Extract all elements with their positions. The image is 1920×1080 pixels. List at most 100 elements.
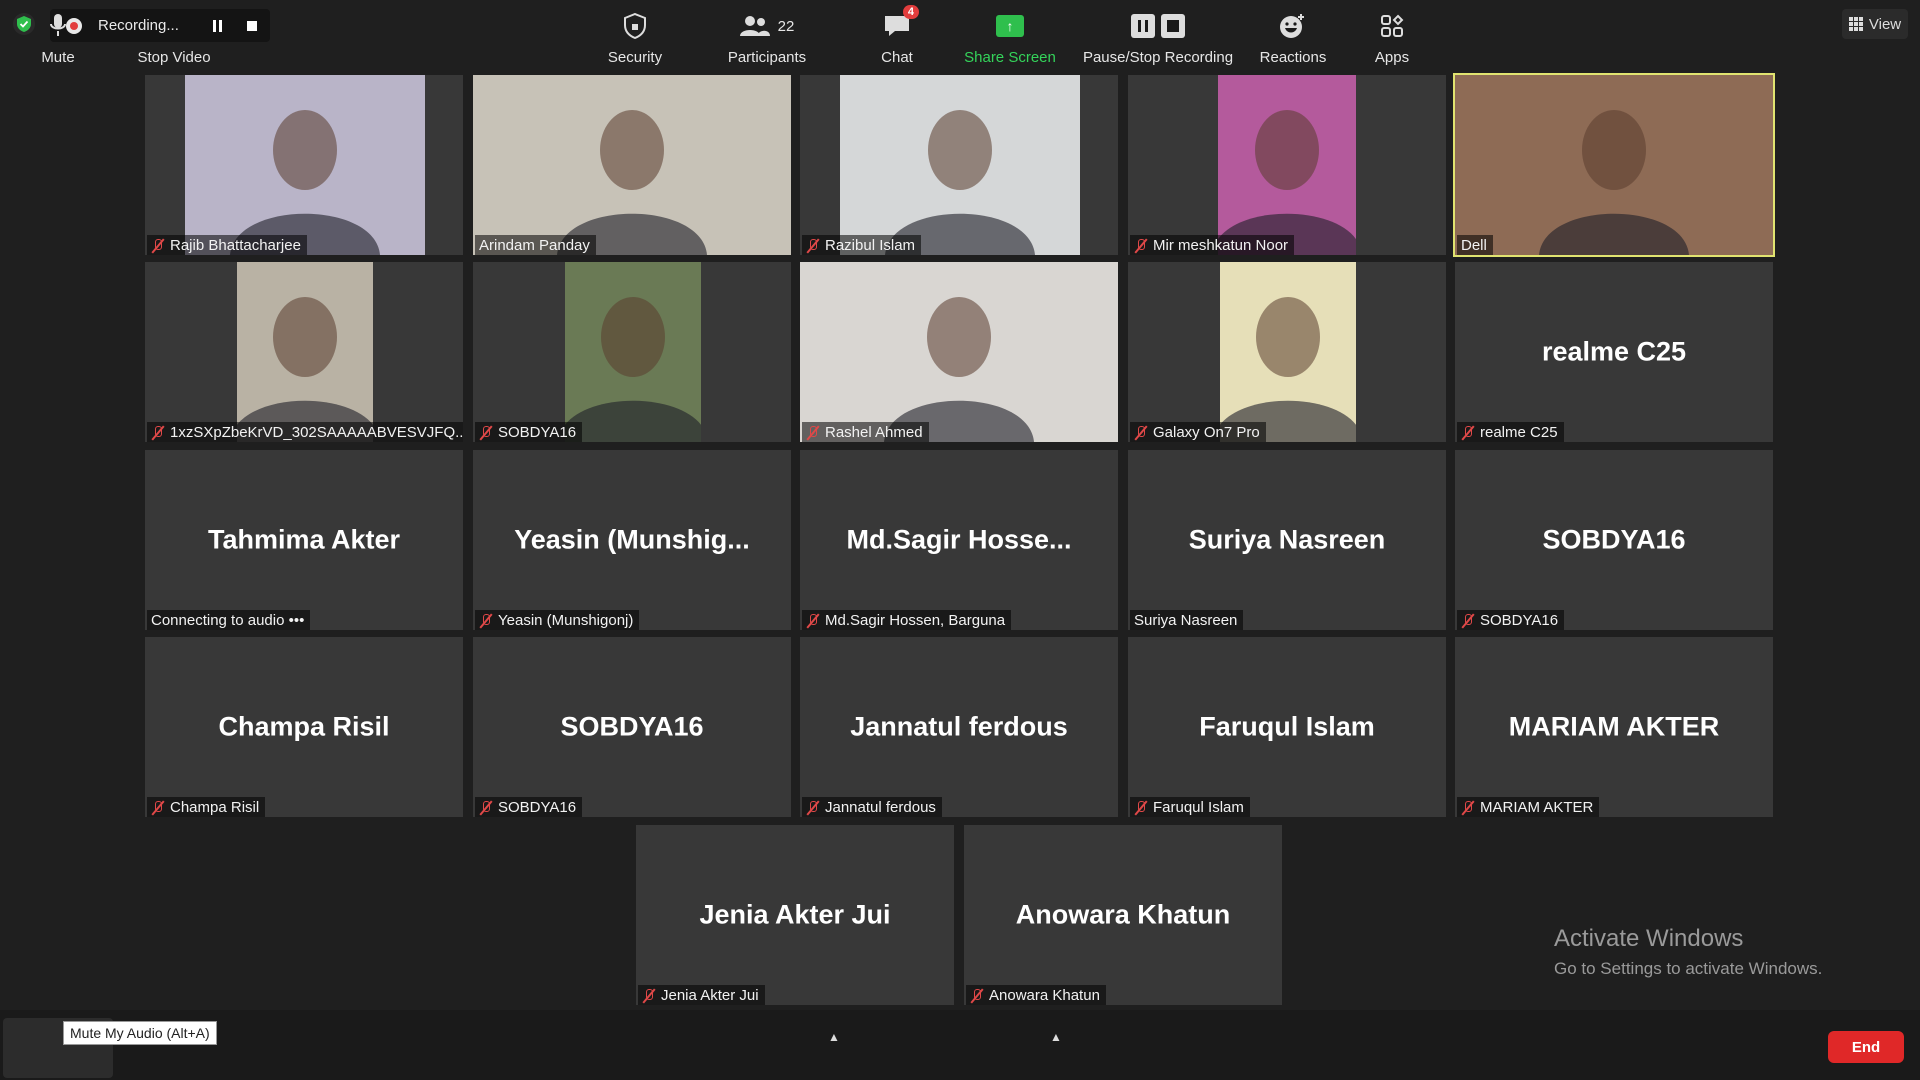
participants-count: 22 <box>777 17 795 35</box>
apps-icon <box>1380 9 1404 43</box>
muted-microphone-icon <box>806 613 819 628</box>
participant-tile[interactable]: Faruqul Islam Faruqul Islam <box>1128 637 1446 817</box>
participant-tile[interactable]: Md.Sagir Hosse... Md.Sagir Hossen, Bargun… <box>800 450 1118 630</box>
participant-tile[interactable]: MARIAM AKTER MARIAM AKTER <box>1455 637 1773 817</box>
participant-name-label: Suriya Nasreen <box>1130 610 1244 630</box>
participant-display-name: SOBDYA16 <box>1542 524 1686 555</box>
participant-name-label: 1xzSXpZbeKrVD_302SAAAAABVESVJFQ... <box>147 422 463 442</box>
participant-tile[interactable]: SOBDYA16 SOBDYA16 <box>1455 450 1773 630</box>
muted-microphone-icon <box>1461 800 1474 815</box>
participants-caret-icon[interactable]: ▲ <box>828 1030 840 1044</box>
participant-name: Dell <box>1461 236 1487 254</box>
reactions-label: Reactions <box>1259 49 1327 66</box>
participant-name: Champa Risil <box>170 798 260 816</box>
reactions-button[interactable]: Reactions <box>1248 0 1338 70</box>
participant-name-label: Anowara Khatun <box>966 985 1106 1005</box>
stop-recording-button[interactable] <box>238 12 266 40</box>
muted-microphone-icon <box>970 988 983 1003</box>
participant-name-label: Razibul Islam <box>802 235 922 255</box>
participant-display-name: Anowara Khatun <box>1015 899 1231 930</box>
muted-microphone-icon <box>479 613 492 628</box>
meeting-toolbar <box>0 1010 1920 1080</box>
muted-microphone-icon <box>1461 425 1474 440</box>
participant-name: MARIAM AKTER <box>1480 798 1594 816</box>
participant-tile[interactable]: Dell <box>1453 73 1775 257</box>
muted-microphone-icon <box>1134 425 1147 440</box>
participant-tile[interactable]: Yeasin (Munshig... Yeasin (Munshigonj) <box>473 450 791 630</box>
participant-display-name: Suriya Nasreen <box>1188 524 1386 555</box>
muted-microphone-icon <box>806 800 819 815</box>
mute-button[interactable]: Mute <box>8 0 108 70</box>
person-silhouette-icon <box>1213 297 1363 442</box>
participant-tile[interactable]: Champa Risil Champa Risil <box>145 637 463 817</box>
person-silhouette-icon <box>558 297 708 442</box>
person-silhouette-icon <box>1212 110 1362 255</box>
muted-microphone-icon <box>479 800 492 815</box>
participant-tile[interactable]: SOBDYA16 SOBDYA16 <box>473 637 791 817</box>
participant-name-label: realme C25 <box>1457 422 1564 442</box>
end-meeting-button[interactable]: End <box>1828 1031 1904 1063</box>
participant-display-name: Champa Risil <box>218 711 390 742</box>
participant-video <box>840 75 1080 255</box>
participant-name-label: MARIAM AKTER <box>1457 797 1600 817</box>
apps-label: Apps <box>1374 49 1410 66</box>
participant-display-name: Md.Sagir Hosse... <box>846 524 1072 555</box>
muted-microphone-icon <box>151 425 164 440</box>
share-screen-button[interactable]: ↑ Share Screen <box>955 0 1065 70</box>
participant-name: Jannatul ferdous <box>825 798 936 816</box>
participant-tile[interactable]: Tahmima Akter Connecting to audio ••• <box>145 450 463 630</box>
stop-video-label: Stop Video <box>137 49 211 66</box>
participant-name-label: Connecting to audio ••• <box>147 610 311 630</box>
apps-button[interactable]: Apps <box>1352 0 1432 70</box>
participant-tile[interactable]: 1xzSXpZbeKrVD_302SAAAAABVESVJFQ... <box>145 262 463 442</box>
participant-name-label: Jannatul ferdous <box>802 797 942 817</box>
participants-label: Participants <box>727 49 807 66</box>
participant-video <box>473 75 791 255</box>
participant-name: SOBDYA16 <box>498 798 577 816</box>
participant-tile[interactable]: Galaxy On7 Pro <box>1128 262 1446 442</box>
pause-stop-recording-button[interactable]: Pause/Stop Recording <box>1078 0 1238 70</box>
stop-video-button[interactable]: Stop Video <box>124 0 224 70</box>
participant-tile[interactable]: Rashel Ahmed <box>800 262 1118 442</box>
participant-tile[interactable]: Razibul Islam <box>800 75 1118 255</box>
participant-name-label: Champa Risil <box>147 797 266 817</box>
person-silhouette-icon <box>1539 110 1689 255</box>
participant-video <box>185 75 425 255</box>
participant-tile[interactable]: Jannatul ferdous Jannatul ferdous <box>800 637 1118 817</box>
participant-name-label: Rashel Ahmed <box>802 422 929 442</box>
participant-tile[interactable]: Anowara Khatun Anowara Khatun <box>964 825 1282 1005</box>
participant-name-label: Mir meshkatun Noor <box>1130 235 1295 255</box>
participant-display-name: MARIAM AKTER <box>1508 711 1720 742</box>
participant-name-label: Yeasin (Munshigonj) <box>475 610 640 630</box>
participant-tile[interactable]: SOBDYA16 <box>473 262 791 442</box>
person-silhouette-icon <box>884 297 1034 442</box>
participant-tile[interactable]: realme C25 realme C25 <box>1455 262 1773 442</box>
participant-tile[interactable]: Jenia Akter Jui Jenia Akter Jui <box>636 825 954 1005</box>
muted-microphone-icon <box>806 425 819 440</box>
participant-display-name: SOBDYA16 <box>560 711 704 742</box>
participant-name-label: SOBDYA16 <box>475 422 583 442</box>
participant-video <box>230 262 380 442</box>
participant-tile[interactable]: Rajib Bhattacharjee <box>145 75 463 255</box>
view-button[interactable]: View <box>1842 9 1908 39</box>
participant-name-label: Arindam Panday <box>475 235 596 255</box>
share-screen-caret-icon[interactable]: ▲ <box>1050 1030 1062 1044</box>
participant-name-label: Dell <box>1457 235 1493 255</box>
chat-button[interactable]: 4 Chat <box>857 0 937 70</box>
participant-tile[interactable]: Mir meshkatun Noor <box>1128 75 1446 255</box>
participant-display-name: Yeasin (Munshig... <box>514 524 750 555</box>
security-label: Security <box>607 49 663 66</box>
security-button[interactable]: Security <box>590 0 680 70</box>
person-silhouette-icon <box>885 110 1035 255</box>
grid-view-icon <box>1848 17 1863 31</box>
participant-name: Galaxy On7 Pro <box>1153 423 1260 441</box>
participant-tile[interactable]: Arindam Panday <box>473 75 791 255</box>
participants-button[interactable]: 22 Participants <box>717 0 817 70</box>
participant-name: 1xzSXpZbeKrVD_302SAAAAABVESVJFQ... <box>170 423 463 441</box>
participant-display-name: Jenia Akter Jui <box>699 899 891 930</box>
muted-microphone-icon <box>1461 613 1474 628</box>
participant-name: SOBDYA16 <box>498 423 577 441</box>
participant-status-text: Connecting to audio ••• <box>151 611 305 629</box>
muted-microphone-icon <box>479 425 492 440</box>
participant-tile[interactable]: Suriya Nasreen Suriya Nasreen <box>1128 450 1446 630</box>
